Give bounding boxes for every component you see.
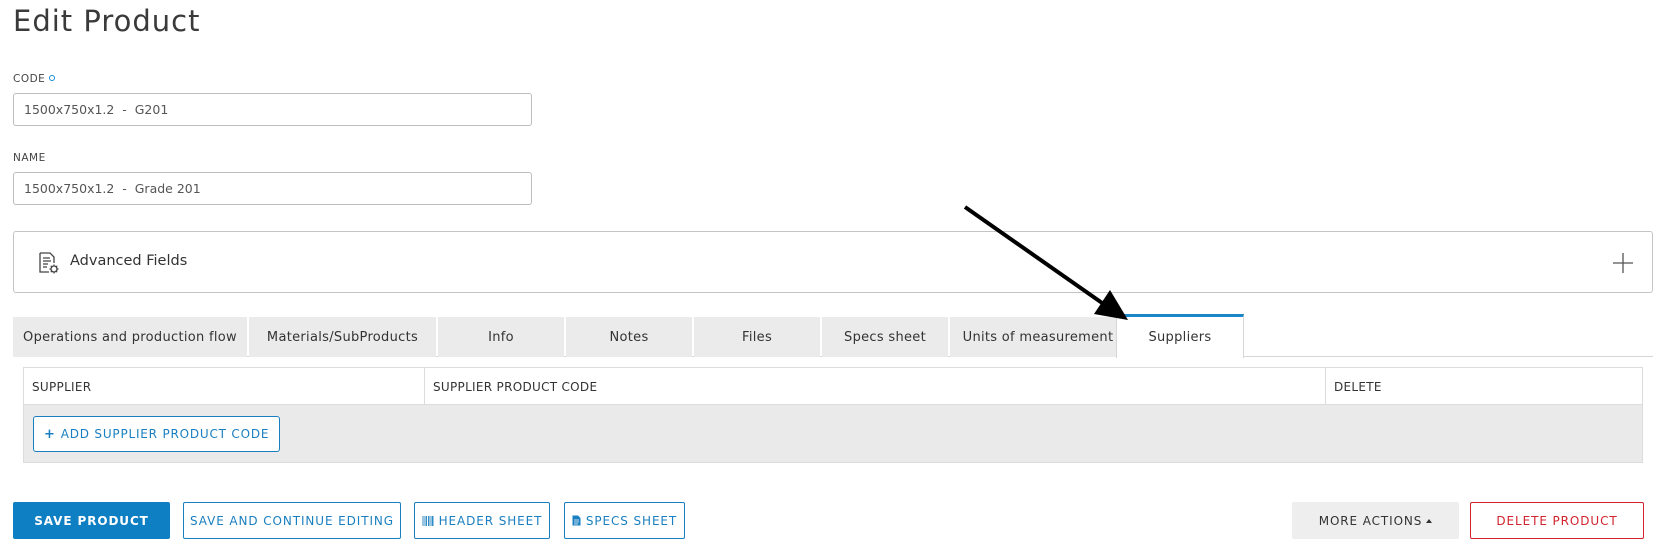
save-product-button[interactable]: SAVE PRODUCT (13, 502, 170, 539)
advanced-fields-panel[interactable]: Advanced Fields (13, 231, 1653, 293)
barcode-icon (422, 515, 434, 526)
tab-files[interactable]: Files (694, 317, 820, 357)
header-sheet-button[interactable]: HEADER SHEET (414, 502, 550, 539)
column-header-supplier-product-code: SUPPLIER PRODUCT CODE (425, 368, 1326, 405)
header-sheet-label: HEADER SHEET (438, 513, 543, 528)
name-input[interactable] (13, 172, 532, 205)
tab-specs-sheet[interactable]: Specs sheet (822, 317, 948, 357)
code-input[interactable] (13, 93, 532, 126)
document-settings-icon (39, 252, 59, 274)
name-label: NAME (13, 152, 46, 164)
plus-icon: + (44, 426, 56, 442)
code-label: CODE (13, 73, 56, 85)
file-icon (572, 515, 581, 526)
plus-icon[interactable] (1612, 252, 1634, 274)
caret-up-icon (1426, 518, 1433, 523)
tab-suppliers[interactable]: Suppliers (1116, 314, 1244, 358)
advanced-fields-title: Advanced Fields (70, 253, 188, 269)
add-supplier-label: ADD SUPPLIER PRODUCT CODE (60, 427, 270, 441)
page-title: Edit Product (13, 4, 201, 38)
column-header-delete: DELETE (1334, 379, 1382, 394)
column-header-supplier: SUPPLIER (24, 368, 425, 405)
specs-sheet-label: SPECS SHEET (585, 513, 678, 528)
save-and-continue-button[interactable]: SAVE AND CONTINUE EDITING (183, 502, 401, 539)
tab-notes[interactable]: Notes (566, 317, 692, 357)
tab-operations[interactable]: Operations and production flow (13, 317, 247, 357)
product-tabs: Operations and production flow Materials… (13, 314, 1653, 358)
tab-units-of-measurement[interactable]: Units of measurement (950, 317, 1126, 357)
more-actions-button[interactable]: MORE ACTIONS (1292, 502, 1459, 539)
table-header: SUPPLIER SUPPLIER PRODUCT CODE DELETE (24, 368, 1642, 405)
delete-product-button[interactable]: DELETE PRODUCT (1470, 502, 1644, 539)
tab-info[interactable]: Info (438, 317, 564, 357)
add-supplier-product-code-button[interactable]: + ADD SUPPLIER PRODUCT CODE (33, 416, 281, 452)
tab-materials[interactable]: Materials/SubProducts (249, 317, 436, 357)
required-indicator-icon (49, 75, 56, 81)
suppliers-table: SUPPLIER SUPPLIER PRODUCT CODE DELETE + … (23, 367, 1643, 463)
specs-sheet-button[interactable]: SPECS SHEET (564, 502, 685, 539)
more-actions-label: MORE ACTIONS (1318, 513, 1423, 528)
